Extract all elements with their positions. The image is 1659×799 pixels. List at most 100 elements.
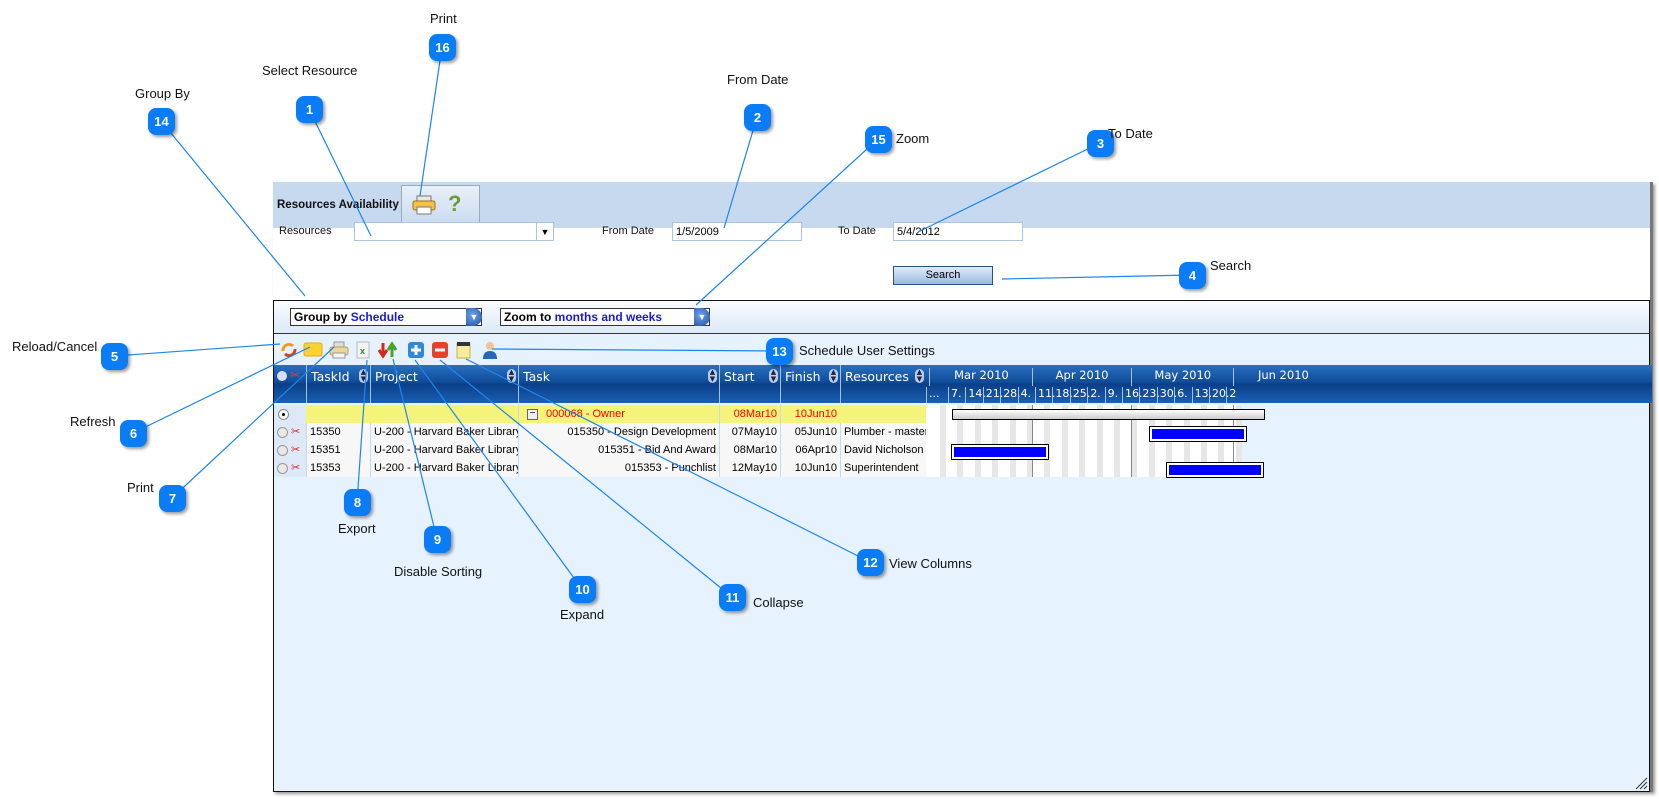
sort-icon[interactable]: ▲ ▼ [829,369,838,383]
collapse-icon[interactable] [431,341,449,359]
cell-taskid: 15351 [306,441,370,459]
callout-label: Schedule User Settings [799,343,935,358]
column-header-task[interactable]: Task ▲ ▼ [518,365,720,403]
callout-badge: 13 [766,338,793,365]
callout-label: Print [127,480,154,495]
task-bar[interactable] [951,444,1050,460]
cell-start: 08Mar10 [719,441,780,459]
radio-icon[interactable] [277,463,288,474]
month-label: May 2010 [1130,368,1234,386]
sort-icon[interactable]: ▲ ▼ [769,369,778,383]
page-title: Resources Availability [277,199,399,211]
table-row[interactable]: ✂ 15351 U-200 - Harvard Baker Library 01535… [274,441,926,459]
search-button[interactable]: Search [893,266,993,285]
column-header-project[interactable]: Project ▲ ▼ [370,365,519,403]
to-date-label: To Date [838,225,876,237]
task-bar[interactable] [1149,426,1248,442]
cell-project: U-200 - Harvard Baker Library [370,423,518,441]
week-label: ... [926,387,948,403]
cell-resources: Plumber - master [840,423,926,441]
group-start: 08Mar10 [719,405,780,423]
callout-label: Print [430,11,457,26]
cell-task: 015350 - Design Development [518,423,719,441]
zoom-prefix: Zoom to [504,310,552,324]
export-excel-icon[interactable]: x [356,341,370,359]
unlink-icon[interactable]: ✂ [291,459,300,477]
group-finish: 10Jun10 [780,405,840,423]
group-by-select[interactable]: Group by Schedule ▼ [290,308,482,326]
cell-finish: 06Apr10 [780,441,840,459]
chevron-down-icon[interactable]: ▼ [694,308,710,326]
from-date-input[interactable]: 1/5/2009 [672,222,802,241]
resources-select[interactable]: ▼ [354,222,554,241]
gantt-chart [926,405,1265,478]
zoom-select[interactable]: Zoom to months and weeks ▼ [500,308,710,326]
callout-label: Zoom [896,131,930,146]
printer-icon[interactable] [412,195,436,215]
to-date-input[interactable]: 5/4/2012 [893,222,1023,241]
cell-start: 12May10 [719,459,780,477]
group-by-prefix: Group by [294,310,348,324]
group-task-cell: − 000068 - Owner [518,405,719,423]
callout-badge: 15 [865,126,892,153]
callout-badge: 9 [424,526,451,553]
group-row[interactable]: − 000068 - Owner 08Mar10 10Jun10 [274,405,926,423]
column-header-finish[interactable]: Finish ▲ ▼ [780,365,841,403]
collapse-toggle-icon[interactable]: − [527,409,538,420]
unlink-icon[interactable]: ✂ [291,441,300,459]
cell-task: 015351 - Bid And Award [518,441,719,459]
callout-label: View Columns [889,556,972,571]
radio-icon[interactable] [277,445,288,456]
week-label: 18. [1052,387,1073,403]
help-icon[interactable]: ? [448,191,461,217]
unlink-icon: ✂ [290,368,301,382]
refresh-icon[interactable] [303,341,323,359]
column-header-taskid[interactable]: TaskId ▲ ▼ [306,365,371,403]
column-header-start[interactable]: Start ▲ ▼ [719,365,781,403]
table-row[interactable]: ✂ 15353 U-200 - Harvard Baker Library 01535… [274,459,926,477]
sort-icon[interactable]: ▲ ▼ [507,369,516,383]
callout-badge: 5 [101,343,128,370]
callout-badge: 7 [159,485,186,512]
callout-label: Search [1210,258,1252,273]
row-select[interactable]: ✂ [274,423,306,441]
disable-sorting-icon[interactable] [378,341,398,359]
task-bar[interactable] [1165,462,1264,478]
gantt-toolbar: x [274,334,1649,363]
week-label: 16. [1122,387,1143,403]
callout-label: Disable Sorting [394,564,483,579]
print-icon[interactable] [329,341,349,359]
column-label: Start [724,369,755,384]
radio-icon[interactable] [277,427,288,438]
week-label: 4. [1017,387,1035,403]
month-label: Jun 2010 [1232,368,1333,386]
callout-label: Collapse [753,595,804,610]
sort-icon[interactable]: ▲ ▼ [915,369,924,383]
week-label: 25. [1069,387,1090,403]
resize-handle-icon[interactable] [1634,776,1648,790]
week-label: 28. [1000,387,1021,403]
row-select[interactable]: ✂ [274,441,306,459]
header-toolbar: ? [401,185,480,226]
schedule-user-settings-icon[interactable] [481,341,499,359]
row-radio[interactable] [274,405,306,423]
expand-icon[interactable] [407,341,425,359]
sort-icon[interactable]: ▲ ▼ [708,369,717,383]
sort-icon[interactable]: ▲ ▼ [359,369,368,383]
gantt-view: Group by Schedule ▼ Zoom to months and w… [273,300,1652,792]
reload-cancel-icon[interactable] [280,341,298,359]
chevron-down-icon[interactable]: ▼ [536,223,553,240]
week-label: 14. [965,387,986,403]
chevron-down-icon[interactable]: ▼ [466,308,482,326]
cell-task: 015353 - Punchlist [518,459,719,477]
table-row[interactable]: ✂ 15350 U-200 - Harvard Baker Library 01535… [274,423,926,441]
row-select[interactable]: ✂ [274,459,306,477]
resources-availability-panel: Resources Availability ? Resources ▼ Fro… [273,182,1653,792]
callout-label: Select Resource [262,63,358,78]
column-header-resources[interactable]: Resources ▲ ▼ [840,365,927,403]
view-columns-icon[interactable] [456,341,471,359]
unlink-icon[interactable]: ✂ [291,423,300,441]
summary-bar[interactable] [952,409,1265,420]
cell-project: U-200 - Harvard Baker Library [370,459,518,477]
week-label: 11. [1035,387,1056,403]
